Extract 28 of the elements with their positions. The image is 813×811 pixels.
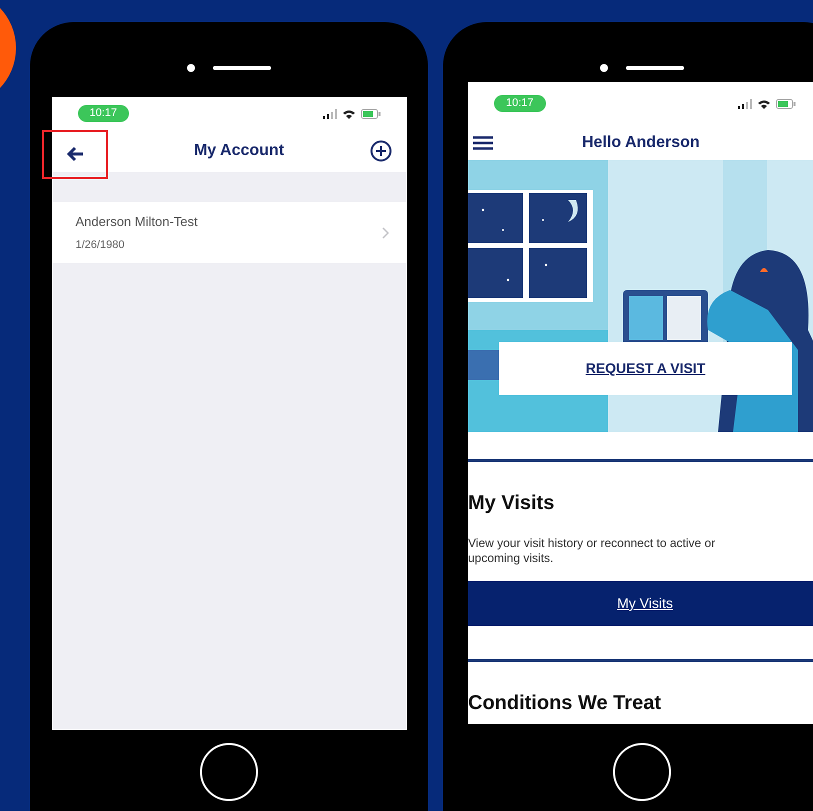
wifi-icon (342, 108, 356, 118)
screen-title: Hello Anderson (582, 132, 700, 152)
home-button[interactable] (200, 743, 258, 801)
section-description: View your visit history or reconnect to active or upcoming visits. (468, 536, 716, 566)
back-arrow-icon (66, 146, 84, 162)
add-button[interactable] (370, 140, 392, 162)
section-title: Conditions We Treat (468, 691, 662, 716)
section-title: My Visits (468, 491, 556, 516)
menu-icon (473, 136, 493, 150)
wifi-icon (757, 98, 771, 108)
signal-icon (322, 108, 336, 118)
plus-circle-icon (370, 140, 392, 162)
chevron-right-icon (382, 226, 388, 238)
account-row[interactable]: Anderson Milton-Test 1/26/1980 (52, 202, 406, 263)
my-visits-button[interactable]: My Visits (468, 581, 813, 626)
home-button[interactable] (613, 743, 671, 801)
request-visit-button[interactable]: REQUEST A VISIT (499, 342, 792, 395)
account-name: Anderson Milton-Test (76, 212, 198, 230)
speaker-slot (626, 66, 684, 70)
speaker-slot (213, 66, 271, 70)
back-button[interactable] (42, 130, 108, 178)
account-date: 1/26/1980 (76, 238, 126, 253)
status-time: 10:17 (78, 105, 130, 122)
signal-icon (738, 98, 752, 108)
screen-title: My Account (194, 141, 284, 161)
battery-icon (360, 108, 380, 118)
battery-icon (776, 98, 796, 108)
status-time: 10:17 (494, 95, 546, 112)
